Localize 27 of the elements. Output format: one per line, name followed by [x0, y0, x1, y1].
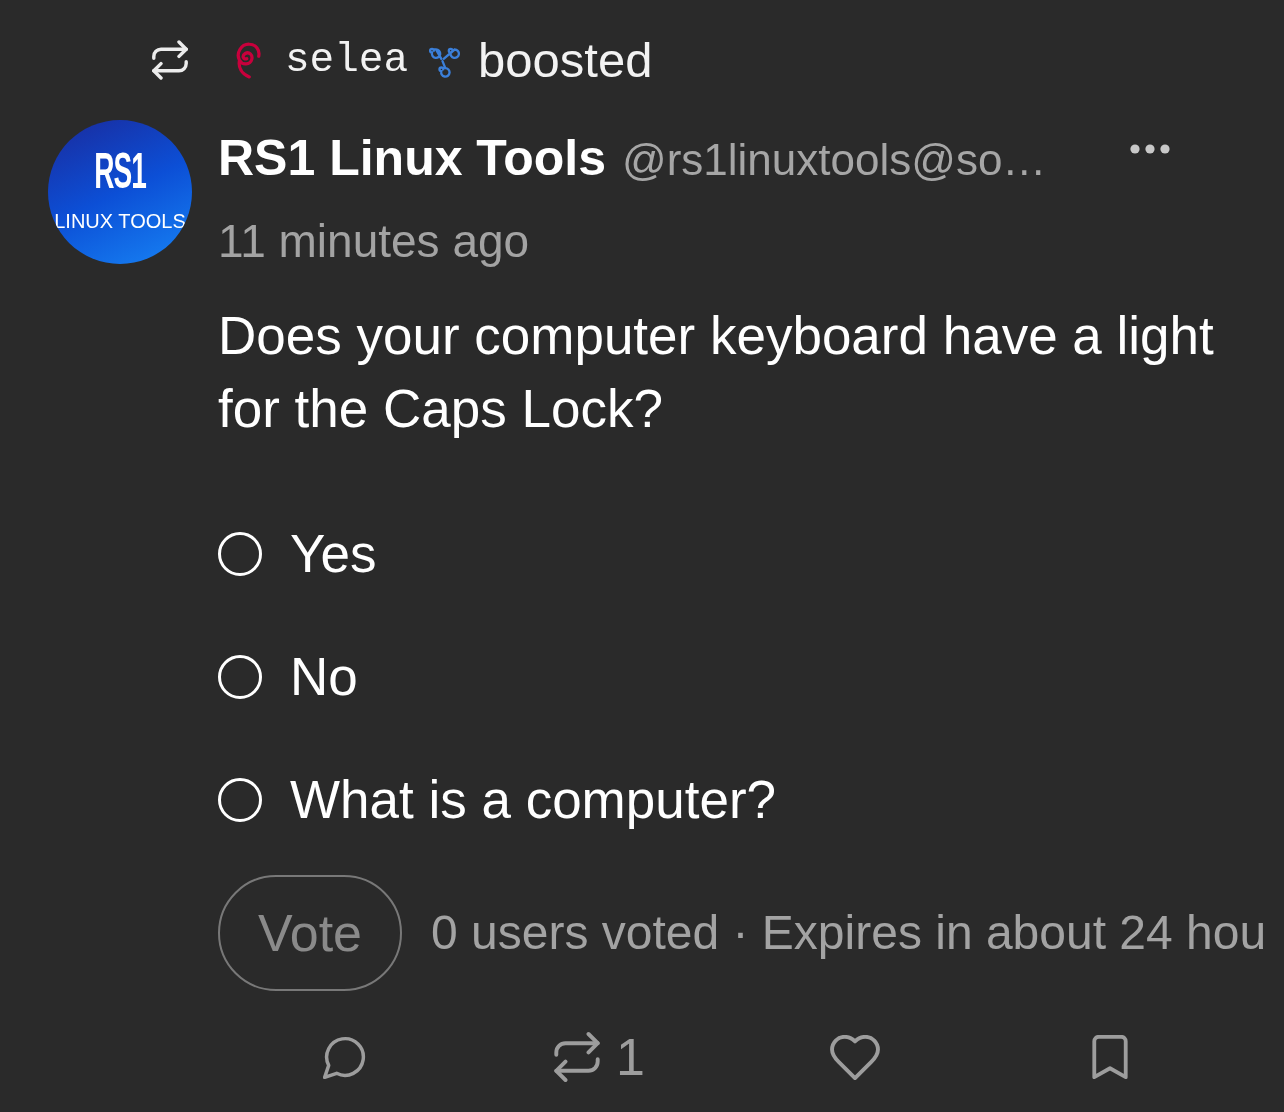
poll-option-label[interactable]: What is a computer? — [290, 770, 777, 830]
more-icon — [1130, 144, 1170, 154]
poll-summary: 0 users voted · Expires in about 24 hou — [431, 905, 1267, 961]
timestamp[interactable]: 11 minutes ago — [218, 211, 530, 271]
heart-icon — [829, 1034, 880, 1080]
boost-label: boosted — [478, 35, 653, 85]
bookmark-icon — [1090, 1035, 1129, 1079]
poll-option-label[interactable]: Yes — [290, 524, 377, 584]
favourite-button[interactable] — [829, 1034, 880, 1080]
account-handle[interactable]: @rs1linuxtools@so… — [622, 132, 1047, 188]
poll-option-label[interactable]: No — [290, 647, 358, 707]
display-name[interactable]: RS1 Linux Tools — [218, 130, 606, 186]
bookmark-button[interactable] — [1090, 1035, 1129, 1079]
logo-title: RS1 — [94, 146, 146, 198]
repeat-icon — [554, 1031, 601, 1083]
booster-name[interactable]: selea — [285, 35, 409, 85]
reply-button[interactable] — [322, 1035, 367, 1079]
repeat-icon — [152, 40, 188, 80]
radio-button[interactable] — [218, 778, 262, 822]
boost-button[interactable]: 1 — [554, 1029, 645, 1085]
avatar[interactable]: RS1 LINUX TOOLS — [48, 120, 192, 264]
radio-button[interactable] — [218, 532, 262, 576]
logo-subtitle: LINUX TOOLS — [54, 209, 186, 233]
radio-button[interactable] — [218, 655, 262, 699]
speech-bubble-icon — [322, 1035, 367, 1079]
more-button[interactable] — [1130, 144, 1170, 154]
post-text: Does your computer keyboard have a light for the Caps Lock? — [218, 305, 1215, 440]
